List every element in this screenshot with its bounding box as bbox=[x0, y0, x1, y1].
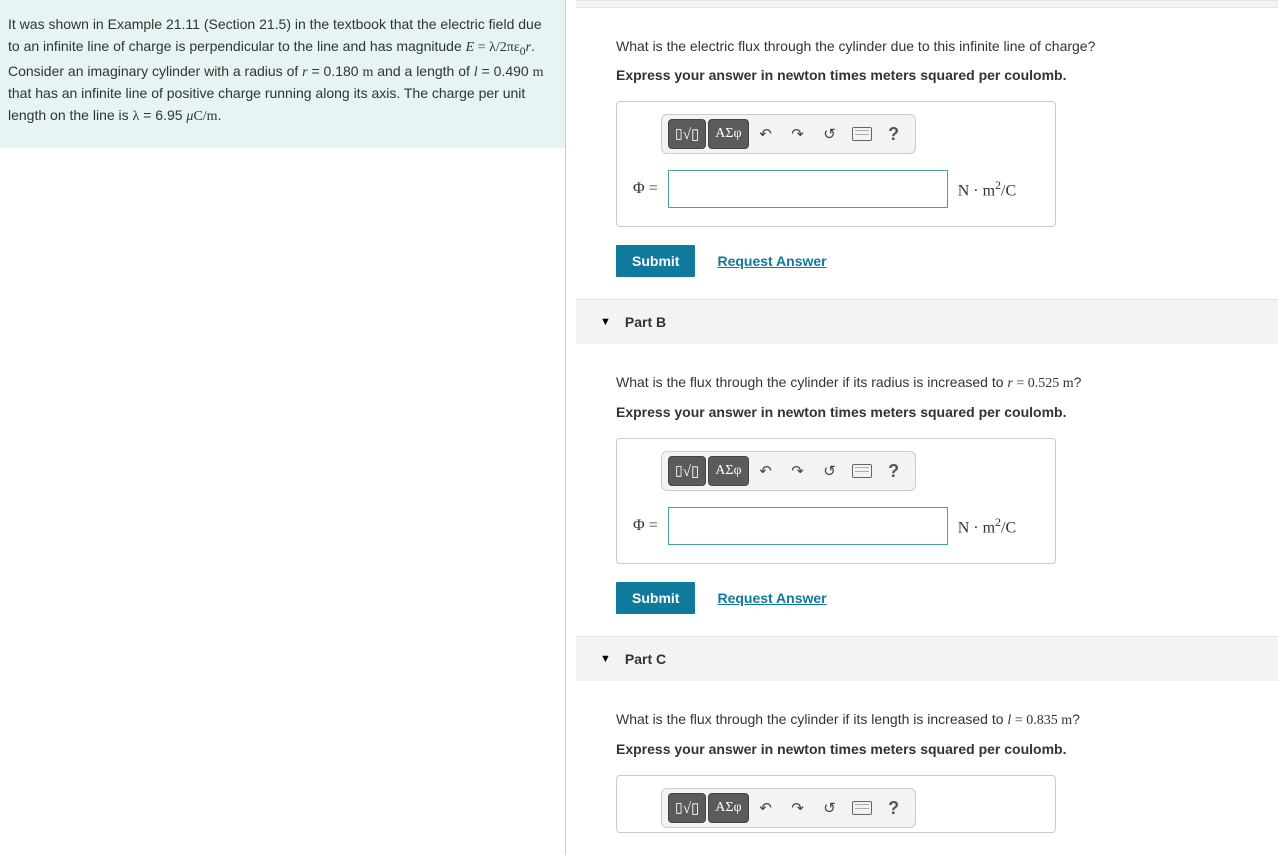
help-button[interactable]: ? bbox=[879, 793, 909, 823]
undo-button[interactable]: ↶ bbox=[751, 119, 781, 149]
equation-toolbar: ▯√▯ ΑΣφ ↶ ↷ ↺ ? bbox=[661, 788, 916, 828]
part-a-body: What is the electric flux through the cy… bbox=[576, 8, 1278, 299]
part-a-unit: N · m2/C bbox=[958, 178, 1016, 200]
part-b-body: What is the flux through the cylinder if… bbox=[576, 344, 1278, 636]
part-a-instruction: Express your answer in newton times mete… bbox=[616, 67, 1250, 83]
reset-icon: ↺ bbox=[823, 462, 836, 480]
part-c-question: What is the flux through the cylinder if… bbox=[616, 709, 1250, 731]
templates-button[interactable]: ▯√▯ bbox=[668, 456, 706, 486]
part-c-header[interactable]: ▼ Part C bbox=[576, 636, 1278, 681]
reset-button[interactable]: ↺ bbox=[815, 793, 845, 823]
undo-icon: ↶ bbox=[759, 462, 772, 480]
reset-icon: ↺ bbox=[823, 125, 836, 143]
part-c-title: Part C bbox=[625, 651, 666, 667]
templates-button[interactable]: ▯√▯ bbox=[668, 119, 706, 149]
redo-button[interactable]: ↷ bbox=[783, 793, 813, 823]
help-button[interactable]: ? bbox=[879, 456, 909, 486]
chevron-down-icon: ▼ bbox=[600, 316, 611, 328]
part-a-question: What is the electric flux through the cy… bbox=[616, 36, 1250, 57]
part-b-instruction: Express your answer in newton times mete… bbox=[616, 404, 1250, 420]
redo-icon: ↷ bbox=[791, 799, 804, 817]
part-b-unit: N · m2/C bbox=[958, 515, 1016, 537]
radical-icon: √▯ bbox=[683, 799, 700, 818]
part-c-answer-box: ▯√▯ ΑΣφ ↶ ↷ ↺ ? bbox=[616, 775, 1056, 833]
fraction-icon: ▯ bbox=[675, 463, 683, 480]
part-c-body: What is the flux through the cylinder if… bbox=[576, 681, 1278, 855]
undo-icon: ↶ bbox=[759, 125, 772, 143]
undo-button[interactable]: ↶ bbox=[751, 456, 781, 486]
symbols-button[interactable]: ΑΣφ bbox=[708, 119, 748, 149]
keyboard-button[interactable] bbox=[847, 119, 877, 149]
part-a-header-strip bbox=[576, 0, 1278, 8]
undo-icon: ↶ bbox=[759, 799, 772, 817]
templates-button[interactable]: ▯√▯ bbox=[668, 793, 706, 823]
part-b-header[interactable]: ▼ Part B bbox=[576, 299, 1278, 344]
radical-icon: √▯ bbox=[683, 125, 700, 144]
part-b-answer-box: ▯√▯ ΑΣφ ↶ ↷ ↺ ? Φ = N · m2/C bbox=[616, 438, 1056, 564]
symbols-button[interactable]: ΑΣφ bbox=[708, 456, 748, 486]
problem-sidebar: It was shown in Example 21.11 (Section 2… bbox=[0, 0, 565, 855]
part-a-answer-box: ▯√▯ ΑΣφ ↶ ↷ ↺ ? Φ = N · m2/C bbox=[616, 101, 1056, 227]
keyboard-icon bbox=[852, 127, 872, 141]
equation-toolbar: ▯√▯ ΑΣφ ↶ ↷ ↺ ? bbox=[661, 451, 916, 491]
reset-button[interactable]: ↺ bbox=[815, 119, 845, 149]
redo-icon: ↷ bbox=[791, 125, 804, 143]
answer-panel: What is the electric flux through the cy… bbox=[565, 0, 1278, 855]
part-a-submit-button[interactable]: Submit bbox=[616, 245, 695, 277]
part-a-answer-input[interactable] bbox=[668, 170, 948, 208]
equation-toolbar: ▯√▯ ΑΣφ ↶ ↷ ↺ ? bbox=[661, 114, 916, 154]
part-b-question: What is the flux through the cylinder if… bbox=[616, 372, 1250, 394]
part-a-var-label: Φ = bbox=[633, 180, 658, 198]
part-b-title: Part B bbox=[625, 314, 666, 330]
reset-icon: ↺ bbox=[823, 799, 836, 817]
help-button[interactable]: ? bbox=[879, 119, 909, 149]
part-b-var-label: Φ = bbox=[633, 517, 658, 535]
problem-statement: It was shown in Example 21.11 (Section 2… bbox=[0, 0, 565, 148]
redo-button[interactable]: ↷ bbox=[783, 456, 813, 486]
keyboard-icon bbox=[852, 464, 872, 478]
part-a-request-link[interactable]: Request Answer bbox=[717, 253, 826, 269]
radical-icon: √▯ bbox=[683, 462, 700, 481]
chevron-down-icon: ▼ bbox=[600, 653, 611, 665]
undo-button[interactable]: ↶ bbox=[751, 793, 781, 823]
part-b-submit-button[interactable]: Submit bbox=[616, 582, 695, 614]
reset-button[interactable]: ↺ bbox=[815, 456, 845, 486]
symbols-button[interactable]: ΑΣφ bbox=[708, 793, 748, 823]
fraction-icon: ▯ bbox=[675, 126, 683, 143]
keyboard-button[interactable] bbox=[847, 456, 877, 486]
redo-button[interactable]: ↷ bbox=[783, 119, 813, 149]
part-b-answer-input[interactable] bbox=[668, 507, 948, 545]
redo-icon: ↷ bbox=[791, 462, 804, 480]
part-c-instruction: Express your answer in newton times mete… bbox=[616, 741, 1250, 757]
keyboard-button[interactable] bbox=[847, 793, 877, 823]
fraction-icon: ▯ bbox=[675, 800, 683, 817]
keyboard-icon bbox=[852, 801, 872, 815]
part-b-request-link[interactable]: Request Answer bbox=[717, 590, 826, 606]
